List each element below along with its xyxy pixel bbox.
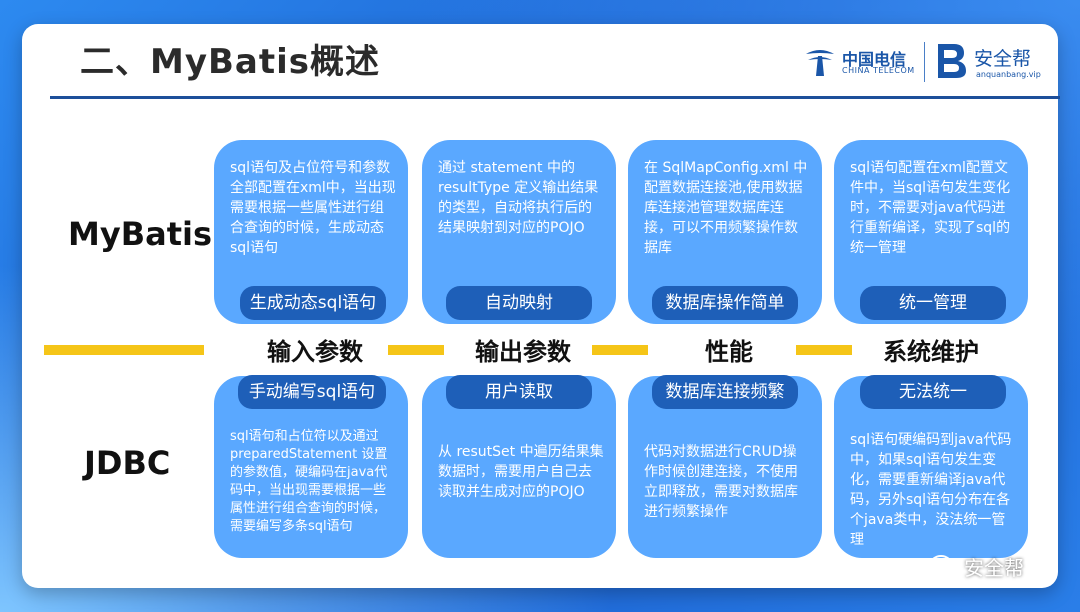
china-telecom-english: CHINA TELECOM	[842, 66, 915, 75]
mybatis-tag-input: 生成动态sql语句	[240, 286, 386, 320]
divider-segment-3	[592, 345, 648, 355]
anquanbang-logo: 安全帮 anquanbang.vip	[932, 40, 1052, 84]
column-label-maintenance: 系统维护	[883, 338, 979, 366]
mybatis-tag-output: 自动映射	[446, 286, 592, 320]
jdbc-tag-output: 用户读取	[446, 375, 592, 409]
china-telecom-icon	[806, 50, 834, 76]
row-label-mybatis: MyBatis	[68, 215, 212, 253]
mybatis-tag-maintenance: 统一管理	[860, 286, 1006, 320]
jdbc-desc-input: sql语句和占位符以及通过 preparedStatement 设置的参数值，硬…	[230, 429, 388, 534]
wechat-icon	[930, 555, 958, 577]
divider-segment-2	[388, 345, 444, 355]
column-label-performance: 性能	[705, 338, 753, 366]
title-underline	[50, 96, 1060, 99]
page-title: 二、MyBatis概述	[80, 42, 380, 82]
jdbc-desc-performance: 代码对数据进行CRUD操作时候创建连接，不使用立即释放，需要对数据库进行频繁操作	[644, 444, 798, 520]
wechat-watermark: 安全帮	[930, 550, 1060, 582]
divider-segment-1	[44, 345, 204, 355]
watermark-text: 安全帮	[964, 556, 1024, 580]
jdbc-tag-input: 手动编写sql语句	[238, 375, 386, 409]
anquanbang-name: 安全帮	[974, 48, 1032, 70]
anquanbang-b-icon	[938, 44, 966, 78]
mybatis-desc-input: sql语句及占位符号和参数全部配置在xml中，当出现需要根据一些属性进行组合查询…	[230, 160, 396, 256]
row-label-jdbc: JDBC	[84, 444, 171, 482]
jdbc-desc-output: 从 resutSet 中遍历结果集数据时，需要用户自己去读取并生成对应的POJO	[438, 444, 604, 500]
mybatis-desc-output: 通过 statement 中的 resultType 定义输出结果的类型，自动将…	[438, 160, 599, 236]
logo-divider	[924, 42, 925, 82]
column-label-input: 输入参数	[267, 338, 363, 366]
jdbc-tag-maintenance: 无法统一	[860, 375, 1006, 409]
mybatis-desc-maintenance: sql语句配置在xml配置文件中，当sql语句发生变化时，不需要对java代码进…	[850, 160, 1011, 256]
jdbc-desc-maintenance: sql语句硬编码到java代码中，如果sql语句发生变化，需要重新编译java代…	[850, 432, 1012, 548]
column-label-output: 输出参数	[475, 338, 571, 366]
jdbc-tag-performance: 数据库连接频繁	[652, 375, 798, 409]
anquanbang-url: anquanbang.vip	[976, 70, 1041, 79]
mybatis-desc-performance: 在 SqlMapConfig.xml 中配置数据连接池,使用数据库连接池管理数据…	[644, 160, 808, 256]
mybatis-tag-performance: 数据库操作简单	[652, 286, 798, 320]
china-telecom-logo: 中国电信 CHINA TELECOM	[802, 42, 932, 82]
divider-segment-4	[796, 345, 852, 355]
